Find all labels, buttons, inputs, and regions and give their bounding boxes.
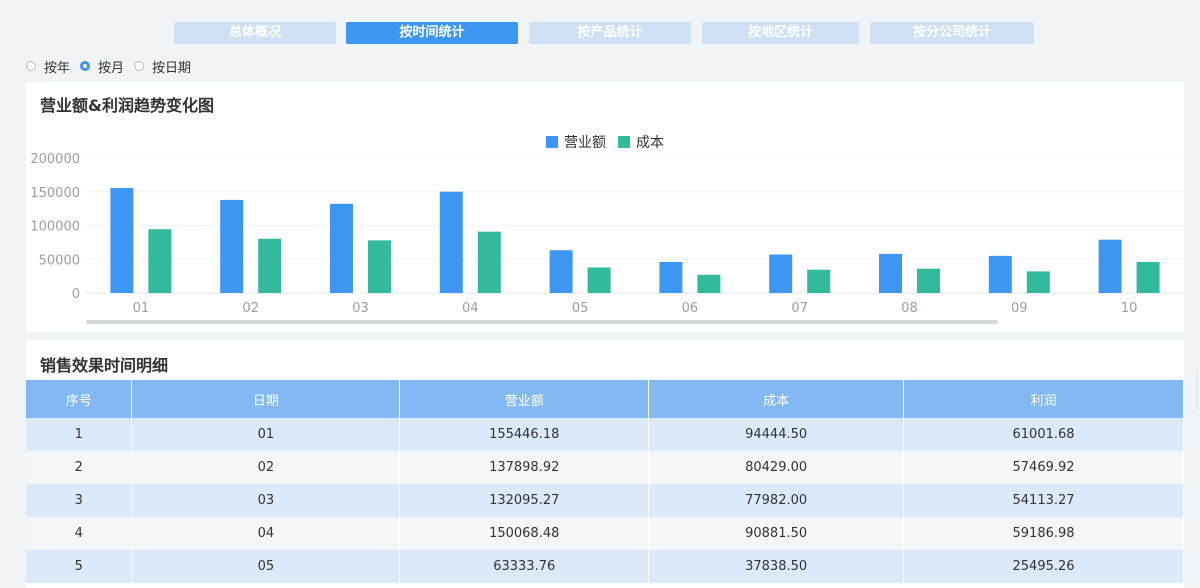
x-tick-label: 02 xyxy=(242,301,259,316)
bar-revenue[interactable] xyxy=(330,203,353,293)
bar-cost[interactable] xyxy=(258,238,282,293)
cell-date: 03 xyxy=(131,484,401,517)
bar-chart: 200000 150000 100000 50000 0 01 02 03 04 05 06 07 08… xyxy=(30,152,1184,316)
page-edge-divider xyxy=(1196,370,1198,410)
table-row[interactable]: 1 01 155446.18 94444.50 61001.68 xyxy=(26,418,1184,451)
x-tick-label: 04 xyxy=(462,301,479,316)
bar-revenue[interactable] xyxy=(110,188,134,293)
bar-cost[interactable] xyxy=(917,268,940,293)
chart-zoom-scrollbar[interactable] xyxy=(86,320,998,324)
cell-cost: 94444.50 xyxy=(648,418,905,451)
bar-revenue[interactable] xyxy=(220,199,244,293)
x-tick-label: 05 xyxy=(572,301,589,316)
cell-profit: 54113.27 xyxy=(903,484,1184,517)
x-tick-label: 09 xyxy=(1011,301,1028,316)
bar-cost[interactable] xyxy=(697,274,721,293)
bar-revenue[interactable] xyxy=(439,191,463,293)
bar-cost[interactable] xyxy=(1136,261,1160,293)
bar-cost[interactable] xyxy=(1026,271,1050,293)
cell-index: 1 xyxy=(26,418,133,451)
radio-label: 按年 xyxy=(44,60,71,76)
cell-revenue: 150068.48 xyxy=(399,517,650,550)
x-tick-label: 10 xyxy=(1121,301,1138,316)
cell-date: 01 xyxy=(131,418,401,451)
bar-cost[interactable] xyxy=(368,240,391,293)
period-radio-group: 按年 按月 按日期 xyxy=(26,56,201,76)
tab-by-branch[interactable]: 按分公司统计 xyxy=(870,22,1034,44)
tab-overview[interactable]: 总体概况 xyxy=(174,22,336,44)
x-tick-label: 03 xyxy=(352,301,369,316)
header-index[interactable]: 序号 xyxy=(26,380,133,418)
cell-index: 4 xyxy=(26,517,133,550)
cell-index: 3 xyxy=(26,484,133,517)
bar-revenue[interactable] xyxy=(659,261,683,293)
cell-cost: 77982.00 xyxy=(648,484,905,517)
x-tick-label: 08 xyxy=(901,301,918,316)
detail-table: 序号 日期 营业额 成本 利润 1 01 155446.18 94444.50 … xyxy=(26,380,1184,583)
tab-by-region[interactable]: 按地区统计 xyxy=(702,22,859,44)
bar-cost[interactable] xyxy=(807,269,831,293)
cell-date: 04 xyxy=(131,517,401,550)
cell-cost: 80429.00 xyxy=(648,451,905,484)
bar-revenue[interactable] xyxy=(549,250,573,293)
bar-cost[interactable] xyxy=(148,229,172,293)
radio-label: 按日期 xyxy=(152,60,192,76)
table-row[interactable]: 4 04 150068.48 90881.50 59186.98 xyxy=(26,517,1184,550)
cell-cost: 90881.50 xyxy=(648,517,905,550)
cell-profit: 61001.68 xyxy=(903,418,1184,451)
cell-revenue: 155446.18 xyxy=(399,418,650,451)
cell-profit: 59186.98 xyxy=(903,517,1184,550)
cell-revenue: 132095.27 xyxy=(399,484,650,517)
bar-cost[interactable] xyxy=(587,267,611,293)
header-profit[interactable]: 利润 xyxy=(903,380,1184,418)
y-tick-label: 150000 xyxy=(30,186,80,201)
header-revenue[interactable]: 营业额 xyxy=(399,380,650,418)
cell-index: 2 xyxy=(26,451,133,484)
table-title: 销售效果时间明细 xyxy=(40,356,169,375)
tab-by-product[interactable]: 按产品统计 xyxy=(529,22,691,44)
radio-circle-icon[interactable] xyxy=(26,61,36,71)
bar-cost[interactable] xyxy=(477,231,501,293)
y-tick-label: 100000 xyxy=(30,220,80,235)
y-tick-label: 0 xyxy=(72,287,80,302)
cell-date: 02 xyxy=(131,451,401,484)
radio-circle-icon[interactable] xyxy=(134,61,145,71)
cell-revenue: 137898.92 xyxy=(399,451,650,484)
cell-cost: 37838.50 xyxy=(648,550,905,583)
radio-by-month[interactable]: 按月 xyxy=(80,57,124,76)
cell-profit: 57469.92 xyxy=(903,451,1184,484)
table-header-row: 序号 日期 营业额 成本 利润 xyxy=(26,380,1184,418)
table-panel: 销售效果时间明细 序号 日期 营业额 成本 利润 1 01 155446.18 … xyxy=(26,340,1184,588)
table-row[interactable]: 3 03 132095.27 77982.00 54113.27 xyxy=(26,484,1184,517)
cell-index: 5 xyxy=(26,550,133,583)
cell-profit: 25495.26 xyxy=(903,550,1184,583)
bar-revenue[interactable] xyxy=(988,255,1012,293)
x-tick-label: 06 xyxy=(682,301,699,316)
bar-revenue[interactable] xyxy=(769,254,793,293)
header-cost[interactable]: 成本 xyxy=(648,380,905,418)
radio-by-date[interactable]: 按日期 xyxy=(134,57,191,76)
radio-by-year[interactable]: 按年 xyxy=(26,57,70,76)
y-tick-label: 50000 xyxy=(39,253,80,268)
cell-revenue: 63333.76 xyxy=(399,550,650,583)
page: 总体概况 按时间统计 按产品统计 按地区统计 按分公司统计 按年 按月 按日期 … xyxy=(0,0,1200,588)
tab-bar: 总体概况 按时间统计 按产品统计 按地区统计 按分公司统计 xyxy=(0,22,1200,46)
x-tick-label: 01 xyxy=(133,301,150,316)
table-row[interactable]: 5 05 63333.76 37838.50 25495.26 xyxy=(26,550,1184,583)
cell-date: 05 xyxy=(131,550,401,583)
bar-revenue[interactable] xyxy=(879,253,902,293)
radio-label: 按月 xyxy=(98,60,125,76)
radio-checked-icon[interactable] xyxy=(80,61,91,71)
x-tick-label: 07 xyxy=(791,301,808,316)
y-tick-label: 200000 xyxy=(30,152,80,167)
chart-panel: 营业额&利润趋势变化图 营业额 成本 200000 150000 100000 500… xyxy=(26,82,1184,332)
tab-by-time[interactable]: 按时间统计 xyxy=(346,22,518,44)
bar-revenue[interactable] xyxy=(1098,239,1122,293)
table-row[interactable]: 2 02 137898.92 80429.00 57469.92 xyxy=(26,451,1184,484)
header-date[interactable]: 日期 xyxy=(131,380,401,418)
